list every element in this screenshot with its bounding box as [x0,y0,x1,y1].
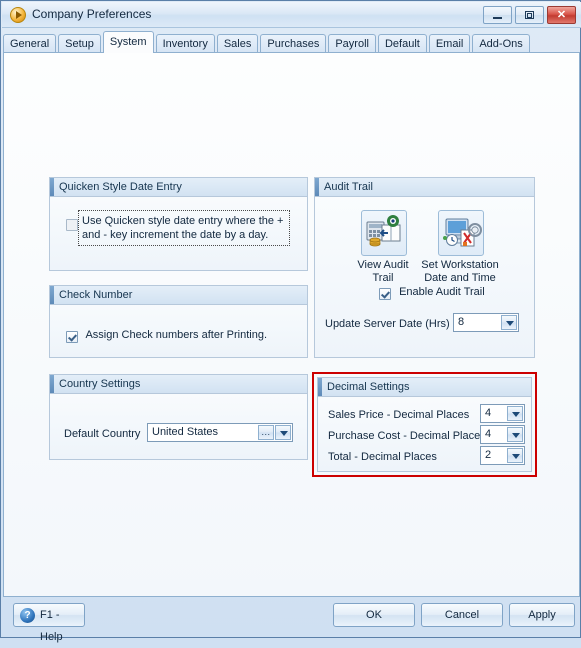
workstation-clock-icon [443,218,482,247]
group-header: Quicken Style Date Entry [50,178,307,197]
set-workstation-caption-line2: Date and Time [424,272,496,284]
tab-default[interactable]: Default [377,34,427,53]
total-decimal-combobox[interactable]: 2 [480,446,525,465]
maximize-button[interactable] [515,6,544,24]
group-header: Audit Trail [315,178,534,197]
group-title-quicken: Quicken Style Date Entry [59,181,182,193]
maximize-icon [525,11,534,19]
quicken-style-label-line1: Use Quicken style date entry where the + [82,215,284,227]
tab-sales[interactable]: Sales [216,34,259,53]
assign-check-numbers-checkbox[interactable]: Assign Check numbers after Printing. [66,329,267,344]
title-bar: Company Preferences ✕ [2,2,581,28]
close-button[interactable]: ✕ [547,6,576,24]
apply-button[interactable]: Apply [509,603,575,627]
quicken-style-checkbox[interactable] [66,219,78,232]
set-workstation-caption: Set Workstation Date and Time [416,259,504,285]
window-controls: ✕ [483,6,576,24]
group-quicken-style-date-entry: Quicken Style Date Entry Use Quicken sty… [49,177,308,271]
chevron-down-icon[interactable] [507,427,523,442]
group-country-settings: Country Settings Default Country United … [49,374,308,460]
update-server-date-value: 8 [458,316,465,328]
set-workstation-caption-line1: Set Workstation [421,259,499,271]
group-header: Check Number [50,286,307,305]
chevron-down-icon[interactable] [275,425,291,440]
total-decimal-label: Total - Decimal Places [328,451,437,463]
group-header: Decimal Settings [318,378,531,397]
chevron-down-icon[interactable] [507,448,523,463]
ok-button[interactable]: OK [333,603,415,627]
group-check-number: Check Number Assign Check numbers after … [49,285,308,358]
set-workstation-date-time-button[interactable] [438,210,484,256]
total-decimal-value: 2 [485,449,492,461]
view-audit-trail-button[interactable] [361,210,407,256]
group-audit-trail: Audit Trail View Audit Trail Set Worksta… [314,177,535,358]
group-header: Country Settings [50,375,307,394]
tab-system[interactable]: System [102,31,154,53]
default-country-browse-button[interactable]: ... [258,425,274,440]
minimize-icon [493,17,502,19]
purchase-cost-decimal-combobox[interactable]: 4 [480,425,525,444]
purchase-cost-decimal-label: Purchase Cost - Decimal Places [328,430,486,442]
tab-add-ons[interactable]: Add-Ons [472,34,530,53]
dialog-button-bar: OK Cancel Apply [3,599,580,636]
update-server-date-label: Update Server Date (Hrs) [325,318,450,330]
group-body: Default Country United States ... [50,394,307,459]
assign-check-numbers-label: Assign Check numbers after Printing. [85,329,268,341]
group-title-check-number: Check Number [59,289,133,301]
group-decimal-settings: Decimal Settings Sales Price - Decimal P… [317,377,532,472]
checkbox-box [66,219,78,232]
play-circle-icon [10,7,26,23]
window-title: Company Preferences [32,7,152,21]
group-title-audit: Audit Trail [324,181,373,193]
tab-inventory[interactable]: Inventory [155,34,215,53]
company-preferences-window: Company Preferences ✕ General Setup Syst… [0,0,581,643]
tab-setup[interactable]: Setup [58,34,101,53]
view-audit-trail-caption: View Audit Trail [343,259,423,285]
enable-audit-trail-checkbox[interactable]: Enable Audit Trail [379,286,485,301]
tab-general[interactable]: General [3,34,57,53]
group-title-country: Country Settings [59,378,141,390]
tab-payroll[interactable]: Payroll [328,34,376,53]
quicken-style-label-line2: and - key increment the date by a day. [82,229,269,241]
purchase-cost-decimal-value: 4 [485,428,492,440]
update-server-date-combobox[interactable]: 8 [453,313,519,332]
default-country-value: United States [152,426,219,438]
view-audit-caption-line1: View Audit [357,259,409,271]
checkbox-box [379,288,391,301]
group-title-decimal: Decimal Settings [327,381,410,393]
quicken-style-focus-outline: Use Quicken style date entry where the +… [78,210,290,246]
chevron-down-icon[interactable] [501,315,517,330]
checkbox-box [66,331,78,344]
audit-ledger-icon [366,215,401,247]
sales-price-decimal-combobox[interactable]: 4 [480,404,525,423]
group-body: Use Quicken style date entry where the +… [50,197,307,270]
group-body: Sales Price - Decimal Places 4 Purchase … [318,397,531,471]
group-body: Assign Check numbers after Printing. [50,305,307,357]
cancel-button[interactable]: Cancel [421,603,503,627]
sales-price-decimal-value: 4 [485,407,492,419]
chevron-down-icon[interactable] [507,406,523,421]
close-icon: ✕ [556,8,567,21]
view-audit-caption-line2: Trail [372,272,394,284]
sales-price-decimal-label: Sales Price - Decimal Places [328,409,470,421]
minimize-button[interactable] [483,6,512,24]
default-country-label: Default Country [64,428,141,440]
tab-email[interactable]: Email [428,34,471,53]
enable-audit-trail-label: Enable Audit Trail [399,286,485,298]
system-tab-panel: Quicken Style Date Entry Use Quicken sty… [3,52,580,597]
default-country-combobox[interactable]: United States ... [147,423,293,442]
group-body: View Audit Trail Set Workstation Date an… [315,197,534,357]
tab-purchases[interactable]: Purchases [260,34,327,53]
tab-strip: General Setup System Inventory Sales Pur… [3,30,580,53]
